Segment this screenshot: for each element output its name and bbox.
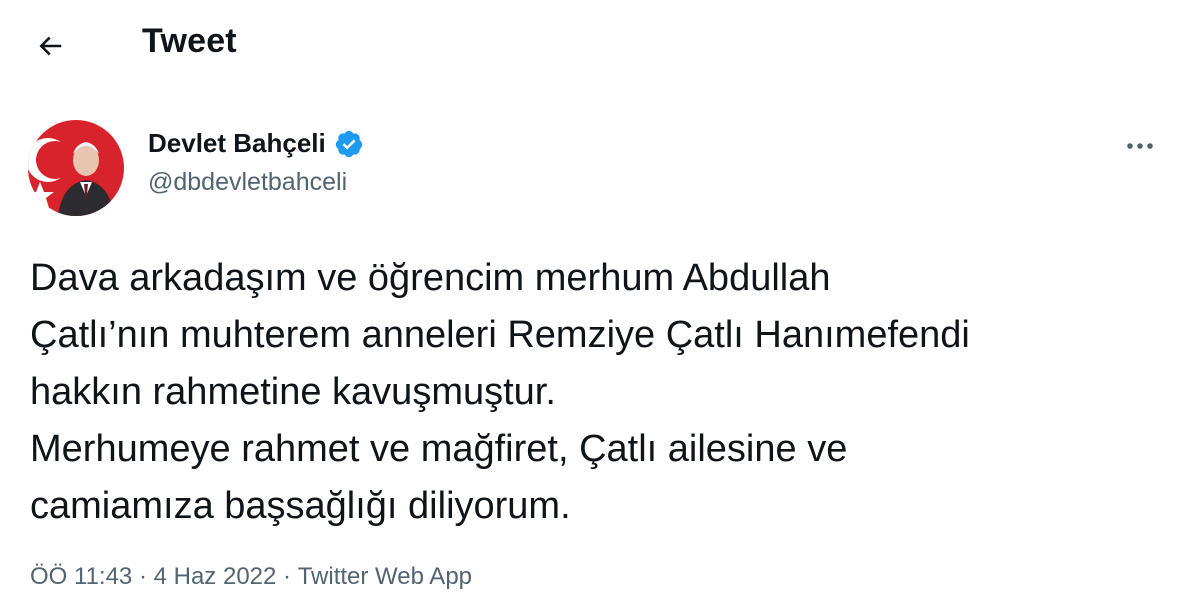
verified-badge-icon [334,129,364,159]
tweet-source[interactable]: Twitter Web App [298,563,472,591]
arrow-left-icon [39,36,62,56]
tweet-date[interactable]: 4 Haz 2022 [154,563,277,591]
meta-separator: · [276,563,298,590]
author-name-row: Devlet Bahçeli [148,128,364,159]
page-header: Tweet [0,0,1200,90]
avatar[interactable] [28,120,124,216]
avatar-image [28,120,124,216]
more-options-button[interactable] [1118,128,1162,164]
author-name[interactable]: Devlet Bahçeli [148,128,326,159]
meta-separator: · [132,563,154,590]
author-handle[interactable]: @dbdevletbahceli [148,168,347,197]
more-horizontal-icon [1127,143,1153,149]
back-button[interactable] [24,20,76,72]
tweet-time[interactable]: ÖÖ 11:43 [30,563,132,591]
tweet-text: Dava arkadaşım ve öğrencim merhum Abdull… [30,257,970,527]
page-title: Tweet [142,22,237,60]
tweet-meta: ÖÖ 11:43 · 4 Haz 2022 · Twitter Web App [30,563,472,591]
